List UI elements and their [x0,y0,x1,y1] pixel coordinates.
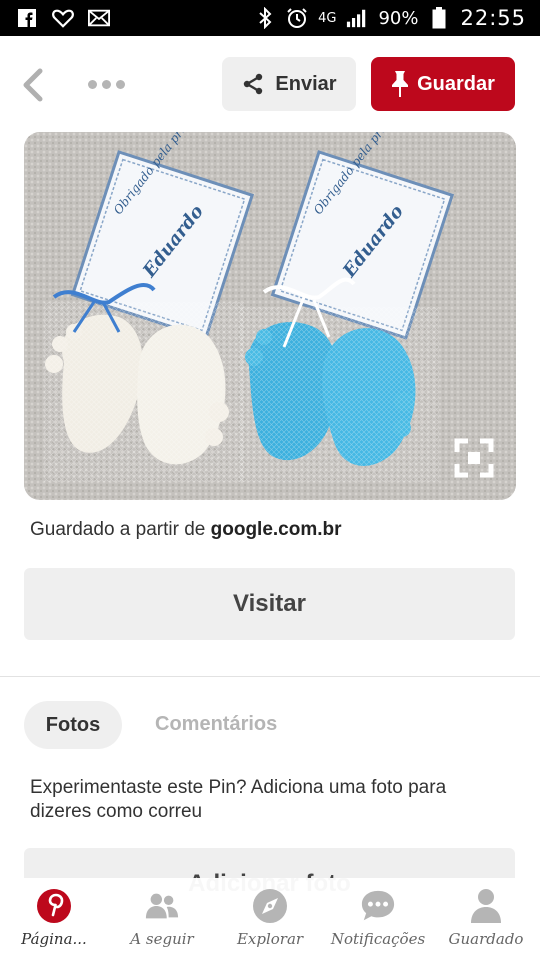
alarm-icon [286,7,308,29]
visit-label: Visitar [233,590,306,617]
nav-item-notifications[interactable]: Notificações [324,878,432,960]
bluetooth-icon [254,7,276,29]
status-bar: 4G 90% 22:55 [0,0,540,36]
share-icon [244,73,263,95]
pin-header: Enviar Guardar [0,36,540,130]
send-button[interactable]: Enviar [222,57,356,111]
nav-label-home: Página... [21,930,87,948]
photo-prompt: Experimentaste este Pin? Adiciona uma fo… [30,777,447,822]
compass-icon [252,888,288,924]
more-options-button[interactable] [88,72,130,96]
speech-bubble-icon [360,888,396,924]
nav-item-following[interactable]: A seguir [108,878,216,960]
dot [88,79,97,89]
battery-icon [428,7,450,29]
nav-item-saved[interactable]: Guardado [432,878,540,960]
divider [0,676,540,677]
nav-label-following: A seguir [130,930,194,948]
heart-icon [52,7,74,29]
chevron-left-icon [23,68,43,102]
nav-item-explore[interactable]: Explorar [216,878,324,960]
nav-item-home[interactable]: Página... [0,878,108,960]
pinterest-logo-icon [36,888,72,924]
source-domain-link[interactable]: google.com.br [211,519,342,540]
battery-percent: 90% [378,7,419,29]
saved-from-prefix: Guardado a partir de [30,519,211,540]
network-type: 4G [318,10,337,26]
clock: 22:55 [460,6,526,30]
bottom-nav: Página... A seguir Explorar Notificações… [0,878,540,960]
tab-photos-label: Fotos [45,713,101,736]
person-icon [468,888,504,924]
save-label: Guardar [417,72,495,95]
tab-photos[interactable]: Fotos [24,701,122,749]
back-button[interactable] [20,68,48,102]
baby-feet-soap-photo: Obrigado pela presença! Eduardo Obrigado… [24,132,516,500]
tab-comments-label: Comentários [155,713,278,735]
nav-label-explore: Explorar [236,930,304,948]
people-icon [144,888,180,924]
save-button[interactable]: Guardar [371,57,515,111]
dot [102,79,111,89]
visit-button[interactable]: Visitar [24,568,515,640]
send-label: Enviar [275,72,337,95]
tab-comments[interactable]: Comentários [155,713,277,736]
pushpin-icon [392,71,409,97]
signal-icon [346,7,368,29]
mail-icon [88,7,110,29]
nav-label-notifications: Notificações [330,930,426,948]
pin-image[interactable]: Obrigado pela presença! Eduardo Obrigado… [24,132,516,500]
nav-label-saved: Guardado [448,930,524,948]
facebook-icon [16,7,38,29]
expand-icon[interactable] [454,438,494,478]
saved-from-text: Guardado a partir de google.com.br [30,519,342,541]
dot [116,79,125,89]
